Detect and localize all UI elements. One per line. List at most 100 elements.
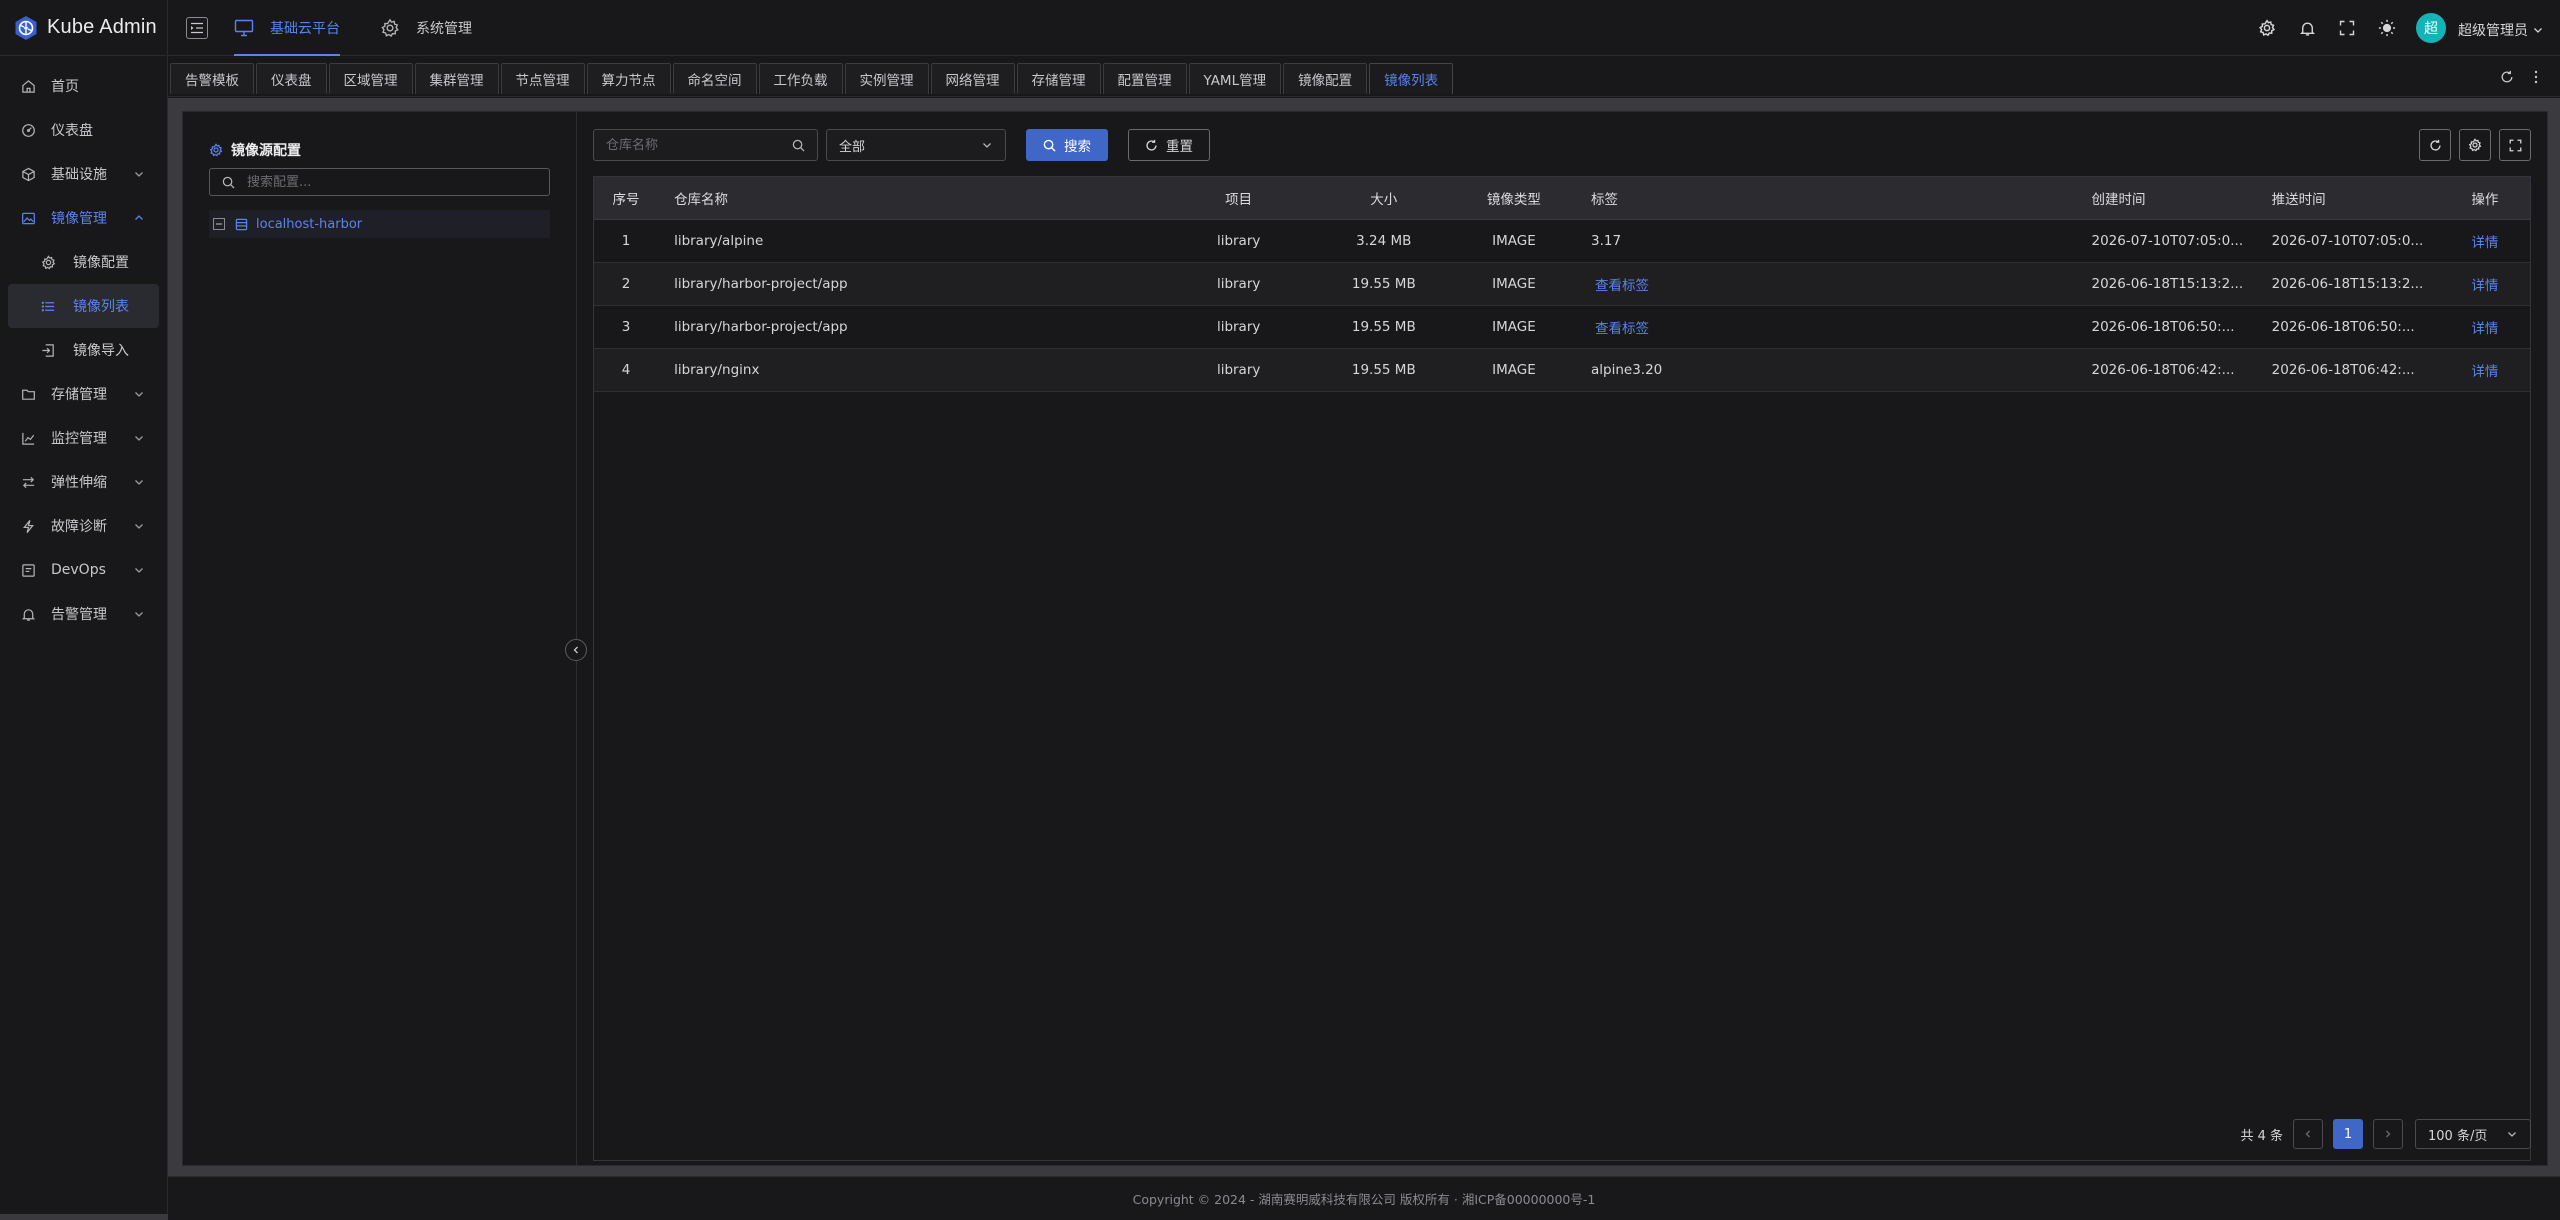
tree-expand-toggle[interactable]: [213, 218, 225, 230]
config-search-box: [209, 168, 550, 196]
tab-yaml[interactable]: YAML管理: [1188, 63, 1282, 94]
tab-network[interactable]: 网络管理: [930, 63, 1015, 94]
table-fullscreen-button[interactable]: [2499, 129, 2531, 161]
tab-image-list[interactable]: 镜像列表: [1369, 63, 1454, 94]
view-tags-link[interactable]: 查看标签: [1595, 278, 1649, 294]
sidebar-subitem-label: 镜像列表: [73, 299, 129, 315]
refresh-tab-icon[interactable]: [2500, 70, 2514, 84]
bolt-icon: [20, 518, 36, 534]
detail-link[interactable]: 详情: [2471, 278, 2498, 294]
sidebar-subitem-image-config[interactable]: 镜像配置: [0, 240, 167, 284]
sidebar-item-storage[interactable]: 存储管理: [0, 372, 167, 416]
cell-pushed: 2026-06-18T15:13:2...: [2259, 262, 2440, 306]
cell-index: 4: [594, 348, 659, 392]
more-vertical-icon[interactable]: [2534, 70, 2538, 84]
repo-name-input[interactable]: [606, 137, 792, 153]
footer: Copyright © 2024 - 湖南赛明威科技有限公司 版权所有 · 湘I…: [168, 1176, 2560, 1220]
platform-tab-system[interactable]: 系统管理: [380, 0, 472, 56]
column-header-size: 大小: [1318, 177, 1449, 220]
collapse-panel-button[interactable]: [565, 639, 587, 661]
tab-region[interactable]: 区域管理: [328, 63, 413, 94]
tab-node[interactable]: 节点管理: [500, 63, 585, 94]
detail-link[interactable]: 详情: [2471, 235, 2498, 251]
sidebar-item-alerts[interactable]: 告警管理: [0, 592, 167, 636]
tree-node-registry[interactable]: localhost-harbor: [209, 210, 550, 238]
cell-repo: library/harbor-project/app: [658, 305, 1159, 349]
sidebar-item-autoscaling[interactable]: 弹性伸缩: [0, 460, 167, 504]
filter-bar: 全部 搜索 重置: [593, 128, 2531, 162]
menu-toggle-button[interactable]: [186, 17, 208, 39]
chevron-down-icon: [135, 568, 143, 573]
fullscreen-icon: [2509, 139, 2521, 151]
content-area: 镜像源配置 localhost-harbor: [168, 98, 2560, 1176]
tab-compute-node[interactable]: 算力节点: [586, 63, 671, 94]
side-menu: 首页 仪表盘 基础设施 镜像管理 镜像配置 镜像列表 镜像导入 存储管理 监控管…: [0, 56, 167, 636]
theme-sun-icon[interactable]: [2378, 19, 2396, 37]
image-type-select[interactable]: 全部: [826, 129, 1006, 161]
sidebar-item-dashboard[interactable]: 仪表盘: [0, 108, 167, 152]
column-settings-button[interactable]: [2459, 129, 2491, 161]
sidebar-item-label: 仪表盘: [51, 123, 93, 139]
monitor-icon: [234, 19, 254, 37]
user-menu[interactable]: 超级管理员: [2458, 20, 2544, 40]
cell-created: 2026-06-18T15:13:2...: [2079, 262, 2260, 306]
gear-icon: [209, 143, 223, 157]
sidebar-item-diagnosis[interactable]: 故障诊断: [0, 504, 167, 548]
tab-workload[interactable]: 工作负载: [758, 63, 843, 94]
chevron-down-icon: [135, 436, 143, 441]
column-header-repo: 仓库名称: [658, 177, 1159, 220]
reset-button[interactable]: 重置: [1128, 129, 1210, 161]
sidebar-item-label: DevOps: [51, 562, 106, 578]
sidebar-subitem-image-import[interactable]: 镜像导入: [0, 328, 167, 372]
refresh-table-button[interactable]: [2419, 129, 2451, 161]
sidebar-scrollbar[interactable]: [0, 1214, 168, 1220]
column-header-type: 镜像类型: [1448, 177, 1579, 220]
tab-cluster[interactable]: 集群管理: [414, 63, 499, 94]
fullscreen-icon[interactable]: [2338, 19, 2356, 37]
table-row: 1 library/alpine library 3.24 MB IMAGE 3…: [594, 219, 2530, 263]
search-button-label: 搜索: [1064, 139, 1091, 155]
column-header-project: 项目: [1158, 177, 1319, 220]
page-number-button[interactable]: 1: [2333, 1119, 2363, 1149]
detail-link[interactable]: 详情: [2471, 364, 2498, 380]
sidebar-item-devops[interactable]: DevOps: [0, 548, 167, 592]
cell-project: library: [1158, 219, 1319, 263]
chevron-down-icon: [135, 480, 143, 485]
sidebar-item-infrastructure[interactable]: 基础设施: [0, 152, 167, 196]
next-page-button[interactable]: [2373, 1119, 2403, 1149]
tab-instance[interactable]: 实例管理: [844, 63, 929, 94]
sidebar-item-image-management[interactable]: 镜像管理: [0, 196, 167, 240]
app-logo[interactable]: Kube Admin: [0, 0, 167, 56]
image-table: 序号 仓库名称 项目 大小 镜像类型 标签 创建时间 推送时间 操作 1 lib…: [593, 176, 2531, 1161]
settings-icon[interactable]: [2258, 19, 2276, 37]
cell-project: library: [1158, 262, 1319, 306]
prev-page-button[interactable]: [2293, 1119, 2323, 1149]
tab-list: 告警模板 仪表盘 区域管理 集群管理 节点管理 算力节点 命名空间 工作负载 实…: [170, 63, 1455, 94]
config-search-input[interactable]: [247, 174, 507, 190]
search-button[interactable]: 搜索: [1026, 129, 1108, 161]
cell-index: 1: [594, 219, 659, 263]
tab-image-config[interactable]: 镜像配置: [1283, 63, 1368, 94]
import-icon: [40, 342, 56, 358]
detail-link[interactable]: 详情: [2471, 321, 2498, 337]
page-size-value: 100 条/页: [2428, 1128, 2488, 1144]
tab-storage[interactable]: 存储管理: [1016, 63, 1101, 94]
sidebar-item-home[interactable]: 首页: [0, 64, 167, 108]
page-size-select[interactable]: 100 条/页: [2415, 1119, 2531, 1149]
tab-config[interactable]: 配置管理: [1102, 63, 1187, 94]
tab-alert-template[interactable]: 告警模板: [170, 63, 254, 94]
tree-node-label: localhost-harbor: [256, 216, 363, 232]
reset-button-label: 重置: [1166, 139, 1193, 155]
chevron-left-icon: [2305, 1130, 2310, 1138]
avatar[interactable]: 超: [2416, 13, 2446, 43]
notification-bell-icon[interactable]: [2298, 19, 2316, 37]
cell-index: 3: [594, 305, 659, 349]
sidebar-item-monitoring[interactable]: 监控管理: [0, 416, 167, 460]
tab-namespace[interactable]: 命名空间: [672, 63, 757, 94]
platform-tab-cloud[interactable]: 基础云平台: [234, 0, 340, 56]
folder-icon: [20, 386, 36, 402]
sidebar-subitem-image-list[interactable]: 镜像列表: [8, 284, 159, 328]
view-tags-link[interactable]: 查看标签: [1595, 321, 1649, 337]
table-toolbar: [2411, 129, 2531, 161]
tab-dashboard[interactable]: 仪表盘: [256, 63, 327, 94]
